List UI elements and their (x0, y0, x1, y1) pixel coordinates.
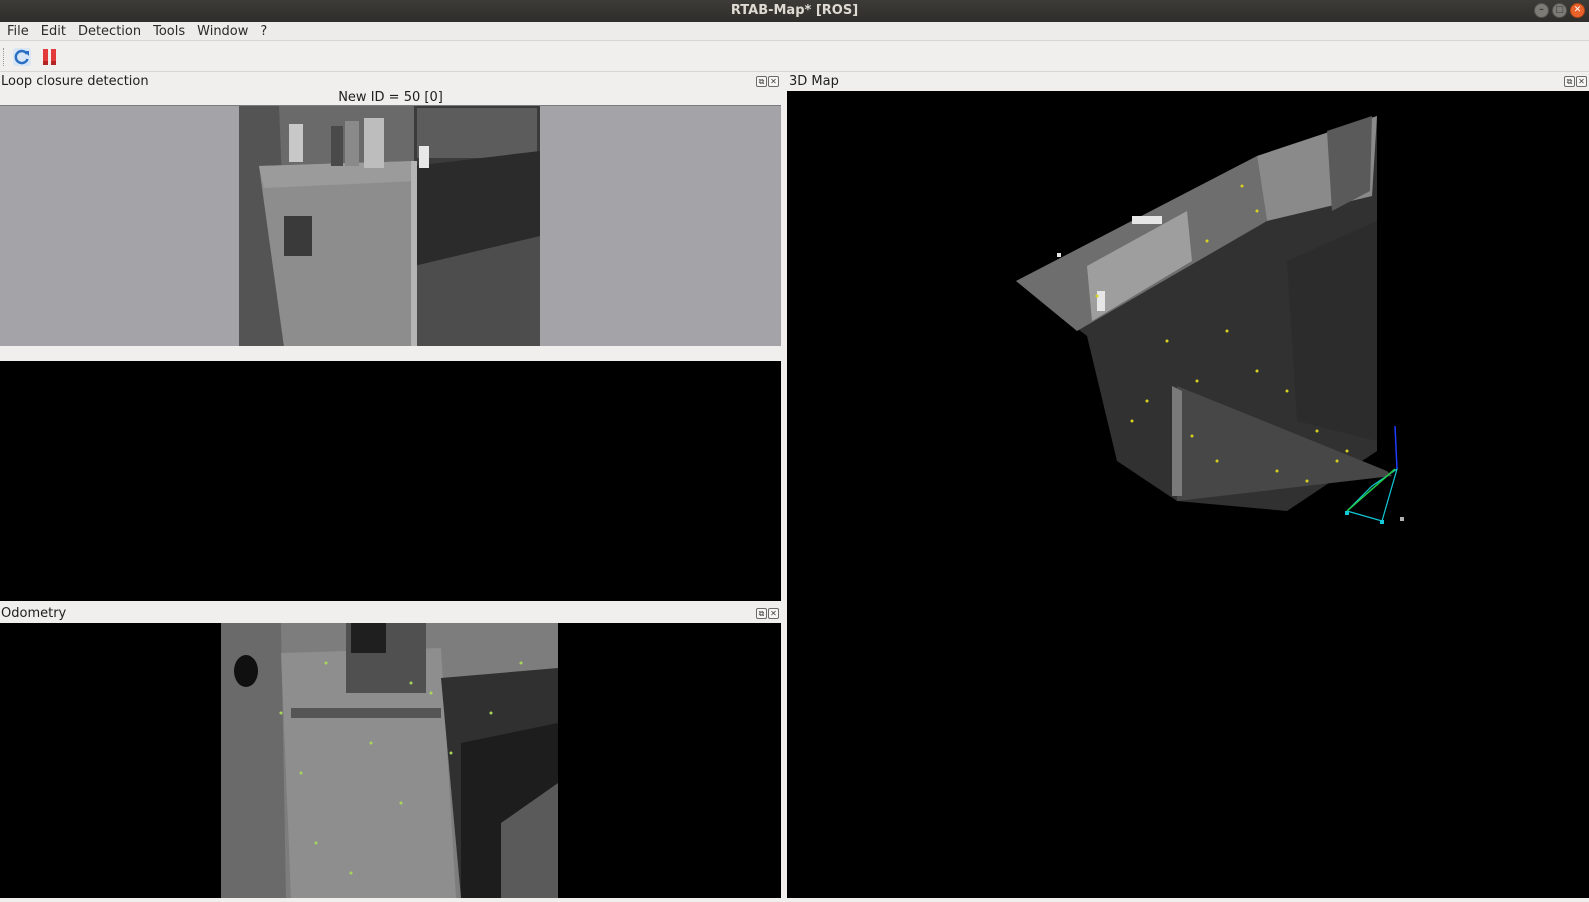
menu-file[interactable]: File (1, 24, 35, 39)
refresh-button[interactable] (10, 46, 34, 68)
odometry-dock-controls: ⧉ ✕ (756, 608, 779, 619)
point-cloud (1016, 116, 1404, 524)
loop-closure-match-view[interactable] (0, 361, 781, 601)
float-button[interactable]: ⧉ (756, 76, 767, 87)
menu-tools[interactable]: Tools (147, 24, 191, 39)
pause-icon (43, 49, 56, 65)
loop-closure-dock-title: Loop closure detection ⧉ ✕ (0, 73, 781, 91)
refresh-icon (13, 48, 31, 66)
map3d-dock-controls: ⧉ ✕ (1564, 76, 1587, 87)
toolbar (0, 42, 1589, 72)
window-controls: – □ ✕ (1534, 3, 1585, 18)
camera-image (239, 106, 540, 347)
panel-splitter[interactable] (0, 346, 781, 361)
toolbar-grip[interactable] (3, 48, 6, 66)
loop-closure-dock-controls: ⧉ ✕ (756, 76, 779, 87)
window-title: RTAB-Map* [ROS] (730, 3, 859, 18)
float-button[interactable]: ⧉ (1564, 76, 1575, 87)
odometry-title: Odometry (1, 606, 67, 621)
loop-closure-title: Loop closure detection (1, 74, 149, 89)
window-titlebar: RTAB-Map* [ROS] – □ ✕ (0, 0, 1589, 22)
odometry-dock-title: Odometry ⧉ ✕ (0, 605, 781, 623)
menubar: File Edit Detection Tools Window ? (0, 22, 1589, 41)
dock-close-button[interactable]: ✕ (768, 608, 779, 619)
odometry-depth-image (221, 623, 558, 898)
menu-help[interactable]: ? (254, 24, 273, 39)
menu-detection[interactable]: Detection (72, 24, 147, 39)
menu-window[interactable]: Window (191, 24, 254, 39)
pause-button[interactable] (38, 46, 62, 68)
map3d-title: 3D Map (789, 74, 839, 89)
new-id-label: New ID = 50 [0] (338, 90, 443, 105)
dock-close-button[interactable]: ✕ (768, 76, 779, 87)
menu-edit[interactable]: Edit (35, 24, 72, 39)
maximize-button[interactable]: □ (1552, 3, 1567, 18)
map3d-dock-title: 3D Map ⧉ ✕ (788, 73, 1589, 91)
dock-close-button[interactable]: ✕ (1576, 76, 1587, 87)
map3d-view[interactable] (787, 91, 1589, 898)
close-button[interactable]: ✕ (1570, 3, 1585, 18)
minimize-button[interactable]: – (1534, 3, 1549, 18)
loop-closure-image-view[interactable] (0, 105, 781, 347)
float-button[interactable]: ⧉ (756, 608, 767, 619)
